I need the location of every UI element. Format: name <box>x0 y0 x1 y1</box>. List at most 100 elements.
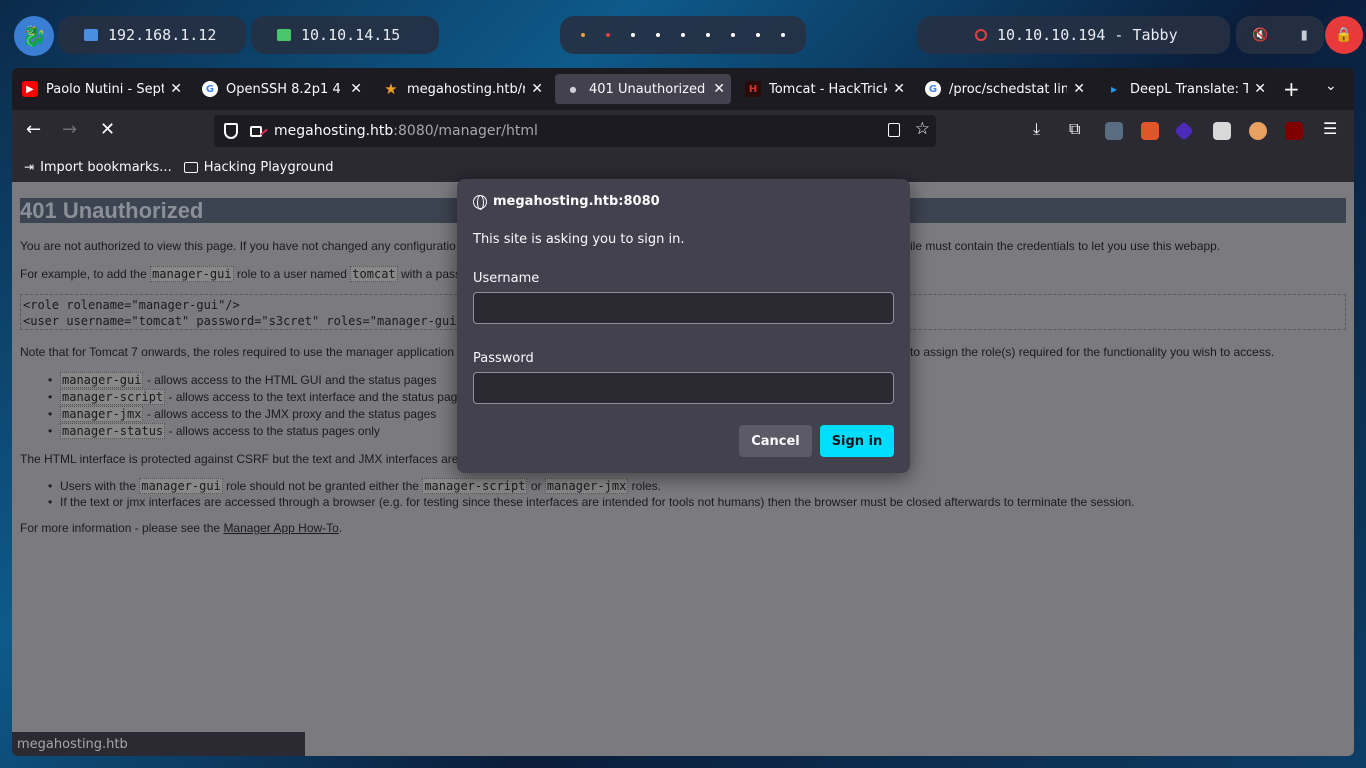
tab-title: Tomcat - HackTricks <box>769 81 888 97</box>
extension-cookie-icon[interactable] <box>1213 122 1231 140</box>
url-path: :8080/manager/html <box>393 123 538 139</box>
tab-401-unauthorized[interactable]: ● 401 Unauthorized ✕ <box>555 74 731 104</box>
target-widget[interactable]: 10.10.10.194 - Tabby <box>917 16 1230 54</box>
import-bookmarks-button[interactable]: ⇥ Import bookmarks... <box>24 160 172 175</box>
target-icon <box>975 29 987 41</box>
workspace-dot[interactable] <box>580 33 585 37</box>
code-snippet: manager-status <box>60 423 166 439</box>
url-bar[interactable]: megahosting.htb:8080/manager/html ☆ <box>214 115 936 147</box>
text: - allows access to the HTML GUI and the … <box>143 373 437 387</box>
code-snippet: manager-script <box>60 389 166 405</box>
paragraph-5: For more information - please see the Ma… <box>20 521 342 535</box>
shield-icon[interactable] <box>224 123 238 139</box>
paragraph-1-right: ile must contain the credentials to let … <box>910 239 1221 253</box>
tab-schedstat[interactable]: G /proc/schedstat linu ✕ <box>915 74 1091 104</box>
tab-hacktricks[interactable]: H Tomcat - HackTricks ✕ <box>735 74 911 104</box>
extension-wappalyzer-icon[interactable] <box>1174 121 1194 141</box>
list-item: manager-gui - allows access to the HTML … <box>48 372 437 388</box>
paragraph-1: You are not authorized to view this page… <box>20 239 456 253</box>
paragraph-4: The HTML interface is protected against … <box>20 452 459 466</box>
tab-title: /proc/schedstat linu <box>949 81 1068 97</box>
downloads-icon[interactable]: ⤓ <box>1033 119 1040 139</box>
back-button[interactable]: ← <box>26 119 41 140</box>
tab-youtube[interactable]: ▶ Paolo Nutini - Septe ✕ <box>12 74 188 104</box>
paragraph-3-right: to assign the role(s) required for the f… <box>910 345 1275 359</box>
list-item: manager-jmx - allows access to the JMX p… <box>48 406 437 422</box>
deepl-icon: ▸ <box>1110 82 1118 96</box>
close-icon[interactable]: ✕ <box>1254 81 1266 97</box>
status-bar: megahosting.htb <box>12 732 305 756</box>
mute-icon[interactable]: 🔇 <box>1252 28 1268 43</box>
import-icon: ⇥ <box>24 160 35 174</box>
extension-avatar-icon[interactable] <box>1249 122 1267 140</box>
local-ip-widget[interactable]: 192.168.1.12 <box>58 16 246 54</box>
new-tab-button[interactable]: + <box>1283 77 1300 101</box>
desktop-panel: 🐉 192.168.1.12 10.10.14.15 10.10.10.194 … <box>0 0 1366 68</box>
extensions-icon[interactable]: ⧉ <box>1069 119 1080 139</box>
close-icon[interactable]: ✕ <box>350 81 362 97</box>
text: Users with the <box>60 479 140 493</box>
text: For more information - please see the <box>20 521 224 535</box>
code-snippet: manager-gui <box>60 372 144 388</box>
stop-loading-button[interactable]: ✕ <box>100 119 115 140</box>
code-snippet: manager-gui <box>139 478 223 494</box>
username-label: Username <box>473 271 540 286</box>
code-snippet: tomcat <box>350 266 398 282</box>
google-icon: G <box>202 81 218 97</box>
network-icon <box>84 29 98 41</box>
dialog-title: megahosting.htb:8080 <box>473 194 660 210</box>
vpn-ip-widget[interactable]: 10.10.14.15 <box>251 16 439 54</box>
code-snippet: manager-gui <box>150 266 234 282</box>
tab-title: DeepL Translate: Th <box>1130 81 1249 97</box>
workspace-dot[interactable] <box>630 33 635 37</box>
paragraph-3: Note that for Tomcat 7 onwards, the role… <box>20 345 455 359</box>
url-host: megahosting.htb <box>274 123 394 139</box>
target-text: 10.10.10.194 - Tabby <box>997 26 1178 44</box>
battery-icon[interactable]: ▮ <box>1301 28 1308 43</box>
reader-view-icon[interactable] <box>888 123 900 137</box>
insecure-lock-icon[interactable] <box>250 125 262 137</box>
extension-foxy-icon[interactable] <box>1141 122 1159 140</box>
tab-openssh[interactable]: G OpenSSH 8.2p1 4 la ✕ <box>192 74 368 104</box>
text: - allows access to the JMX proxy and the… <box>143 407 437 421</box>
workspace-dot[interactable] <box>706 33 711 37</box>
tab-title: Paolo Nutini - Septe <box>46 81 165 97</box>
workspace-dot[interactable] <box>731 33 736 37</box>
kali-dragon-icon[interactable]: 🐉 <box>14 16 54 56</box>
close-icon[interactable]: ✕ <box>170 81 182 97</box>
workspace-dot[interactable] <box>680 33 685 37</box>
menu-icon[interactable]: ☰ <box>1323 119 1337 138</box>
hacktricks-icon: H <box>745 81 761 97</box>
lock-icon[interactable]: 🔒 <box>1325 16 1363 54</box>
sign-in-button[interactable]: Sign in <box>820 425 894 457</box>
workspace-dot[interactable] <box>655 33 660 37</box>
list-item: Users with the manager-gui role should n… <box>48 478 661 494</box>
list-item: If the text or jmx interfaces are access… <box>48 495 1135 509</box>
workspace-switcher[interactable] <box>560 16 806 54</box>
list-item: manager-status - allows access to the st… <box>48 423 380 439</box>
forward-button[interactable]: → <box>62 119 77 140</box>
username-input[interactable] <box>473 292 894 324</box>
vpn-ip-text: 10.10.14.15 <box>301 26 401 44</box>
workspace-dot[interactable] <box>781 33 786 37</box>
close-icon[interactable]: ✕ <box>713 81 725 97</box>
bookmark-folder-hacking-playground[interactable]: Hacking Playground <box>183 160 333 175</box>
close-icon[interactable]: ✕ <box>1073 81 1085 97</box>
star-icon: ★ <box>384 80 398 98</box>
bookmark-star-icon[interactable]: ☆ <box>915 119 930 139</box>
password-input[interactable] <box>473 372 894 404</box>
password-label: Password <box>473 351 534 366</box>
list-all-tabs-button[interactable]: ⌄ <box>1325 78 1337 94</box>
close-icon[interactable]: ✕ <box>893 81 905 97</box>
cancel-button[interactable]: Cancel <box>739 425 812 457</box>
close-icon[interactable]: ✕ <box>531 81 543 97</box>
manager-howto-link[interactable]: Manager App How-To <box>223 521 338 535</box>
workspace-dot[interactable] <box>605 33 610 37</box>
ublock-icon[interactable] <box>1285 122 1303 140</box>
extension-hacker-icon[interactable] <box>1105 122 1123 140</box>
workspace-dot[interactable] <box>756 33 761 37</box>
tab-title: megahosting.htb/n <box>407 81 526 97</box>
tab-megahosting[interactable]: ★ megahosting.htb/n ✕ <box>373 74 549 104</box>
local-ip-text: 192.168.1.12 <box>108 26 217 44</box>
tab-deepl[interactable]: ▸ DeepL Translate: Th ✕ <box>1096 74 1272 104</box>
